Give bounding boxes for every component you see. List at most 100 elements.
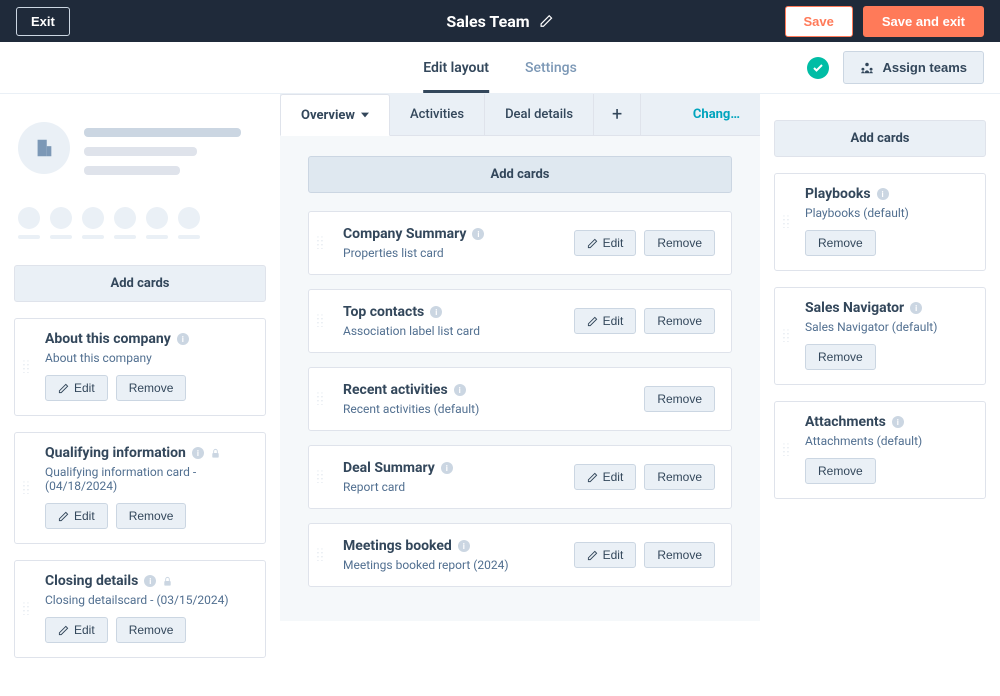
middle-add-cards[interactable]: Add cards	[308, 156, 732, 193]
card-subtitle: Properties list card	[343, 246, 574, 260]
card-title: Sales Navigator i	[805, 300, 971, 316]
drag-handle-icon[interactable]: ::::::	[23, 361, 31, 373]
group-icon	[860, 61, 874, 75]
card-title: Recent activities i	[343, 382, 644, 398]
pencil-icon	[58, 625, 69, 636]
info-icon: i	[454, 384, 466, 396]
card-title: Playbooks i	[805, 186, 971, 202]
card-subtitle: Closing detailscard - (03/15/2024)	[45, 593, 251, 607]
tab-overview[interactable]: Overview	[280, 94, 390, 136]
edit-button[interactable]: Edit	[574, 464, 637, 490]
sidebar-card[interactable]: ::::::Qualifying information i Qualifyin…	[14, 432, 266, 544]
right-column: Add cards ::::::Playbooks iPlaybooks (de…	[760, 94, 1000, 537]
left-column: Add cards ::::::About this company i Abo…	[0, 94, 280, 696]
layout-card[interactable]: ::::::Deal Summary iReport cardEditRemov…	[308, 445, 732, 509]
card-subtitle: Qualifying information card - (04/18/202…	[45, 465, 251, 493]
remove-button[interactable]: Remove	[644, 230, 715, 256]
drag-handle-icon[interactable]: ::::::	[317, 315, 325, 327]
card-subtitle: Sales Navigator (default)	[805, 320, 971, 334]
remove-button[interactable]: Remove	[644, 542, 715, 568]
layout-card[interactable]: ::::::Recent activities iRecent activiti…	[308, 367, 732, 431]
layout-card[interactable]: ::::::Meetings booked iMeetings booked r…	[308, 523, 732, 587]
drag-handle-icon[interactable]: ::::::	[783, 330, 791, 342]
info-icon: i	[192, 447, 204, 459]
card-title: Top contacts i	[343, 304, 574, 320]
edit-button[interactable]: Edit	[45, 503, 108, 529]
middle-tabs: Overview Activities Deal details + Chang…	[280, 94, 760, 136]
remove-button[interactable]: Remove	[644, 464, 715, 490]
card-title: Closing details i	[45, 573, 251, 589]
tab-settings[interactable]: Settings	[525, 42, 577, 93]
assign-teams-button[interactable]: Assign teams	[843, 51, 984, 84]
tab-overview-label: Overview	[301, 108, 355, 123]
card-subtitle: Meetings booked report (2024)	[343, 558, 574, 572]
topbar: Exit Sales Team Save Save and exit	[0, 0, 1000, 42]
drag-handle-icon[interactable]: ::::::	[317, 471, 325, 483]
subbar: Edit layout Settings Assign teams	[0, 42, 1000, 94]
drag-handle-icon[interactable]: ::::::	[317, 237, 325, 249]
info-icon: i	[144, 575, 156, 587]
card-title: Company Summary i	[343, 226, 574, 242]
info-icon: i	[177, 333, 189, 345]
remove-button[interactable]: Remove	[116, 375, 187, 401]
right-add-cards[interactable]: Add cards	[774, 120, 986, 157]
drag-handle-icon[interactable]: ::::::	[23, 603, 31, 615]
pencil-icon	[587, 472, 598, 483]
record-header-placeholder	[14, 116, 266, 185]
edit-button[interactable]: Edit	[574, 230, 637, 256]
layout-card[interactable]: ::::::Top contacts iAssociation label li…	[308, 289, 732, 353]
edit-button[interactable]: Edit	[574, 308, 637, 334]
tab-edit-layout[interactable]: Edit layout	[423, 42, 489, 93]
tab-change[interactable]: Chang…	[673, 94, 760, 135]
info-icon: i	[458, 540, 470, 552]
card-title: Deal Summary i	[343, 460, 574, 476]
sidebar-card[interactable]: ::::::Closing details i Closing detailsc…	[14, 560, 266, 658]
card-title: About this company i	[45, 331, 251, 347]
info-icon: i	[892, 416, 904, 428]
layout-card[interactable]: ::::::Company Summary iProperties list c…	[308, 211, 732, 275]
remove-button[interactable]: Remove	[116, 617, 187, 643]
remove-button[interactable]: Remove	[805, 458, 876, 484]
save-button[interactable]: Save	[785, 6, 853, 37]
pencil-icon	[58, 383, 69, 394]
drag-handle-icon[interactable]: ::::::	[317, 393, 325, 405]
drag-handle-icon[interactable]: ::::::	[317, 549, 325, 561]
card-subtitle: Attachments (default)	[805, 434, 971, 448]
caret-down-icon	[361, 111, 369, 119]
remove-button[interactable]: Remove	[805, 344, 876, 370]
building-icon	[33, 137, 55, 159]
sidebar-card[interactable]: ::::::Sales Navigator iSales Navigator (…	[774, 287, 986, 385]
sidebar-card[interactable]: ::::::About this company i About this co…	[14, 318, 266, 416]
edit-button[interactable]: Edit	[45, 617, 108, 643]
info-icon: i	[877, 188, 889, 200]
exit-button[interactable]: Exit	[16, 7, 70, 36]
sidebar-card[interactable]: ::::::Playbooks iPlaybooks (default)Remo…	[774, 173, 986, 271]
sidebar-card[interactable]: ::::::Attachments iAttachments (default)…	[774, 401, 986, 499]
drag-handle-icon[interactable]: ::::::	[23, 482, 31, 494]
remove-button[interactable]: Remove	[644, 308, 715, 334]
pencil-icon	[58, 511, 69, 522]
drag-handle-icon[interactable]: ::::::	[783, 216, 791, 228]
middle-column: Overview Activities Deal details + Chang…	[280, 94, 760, 621]
remove-button[interactable]: Remove	[116, 503, 187, 529]
card-subtitle: Playbooks (default)	[805, 206, 971, 220]
save-and-exit-button[interactable]: Save and exit	[863, 6, 984, 37]
card-title: Attachments i	[805, 414, 971, 430]
left-add-cards[interactable]: Add cards	[14, 265, 266, 302]
pencil-icon[interactable]	[540, 14, 554, 28]
page-title: Sales Team	[446, 12, 529, 31]
tab-deal-details[interactable]: Deal details	[485, 94, 594, 135]
pencil-icon	[587, 550, 598, 561]
remove-button[interactable]: Remove	[805, 230, 876, 256]
edit-button[interactable]: Edit	[45, 375, 108, 401]
edit-button[interactable]: Edit	[574, 542, 637, 568]
tab-add[interactable]: +	[594, 94, 641, 135]
tab-activities[interactable]: Activities	[390, 94, 485, 135]
assign-teams-label: Assign teams	[882, 60, 967, 75]
info-icon: i	[472, 228, 484, 240]
remove-button[interactable]: Remove	[644, 386, 715, 412]
pencil-icon	[587, 316, 598, 327]
drag-handle-icon[interactable]: ::::::	[783, 444, 791, 456]
card-subtitle: Association label list card	[343, 324, 574, 338]
info-icon: i	[441, 462, 453, 474]
